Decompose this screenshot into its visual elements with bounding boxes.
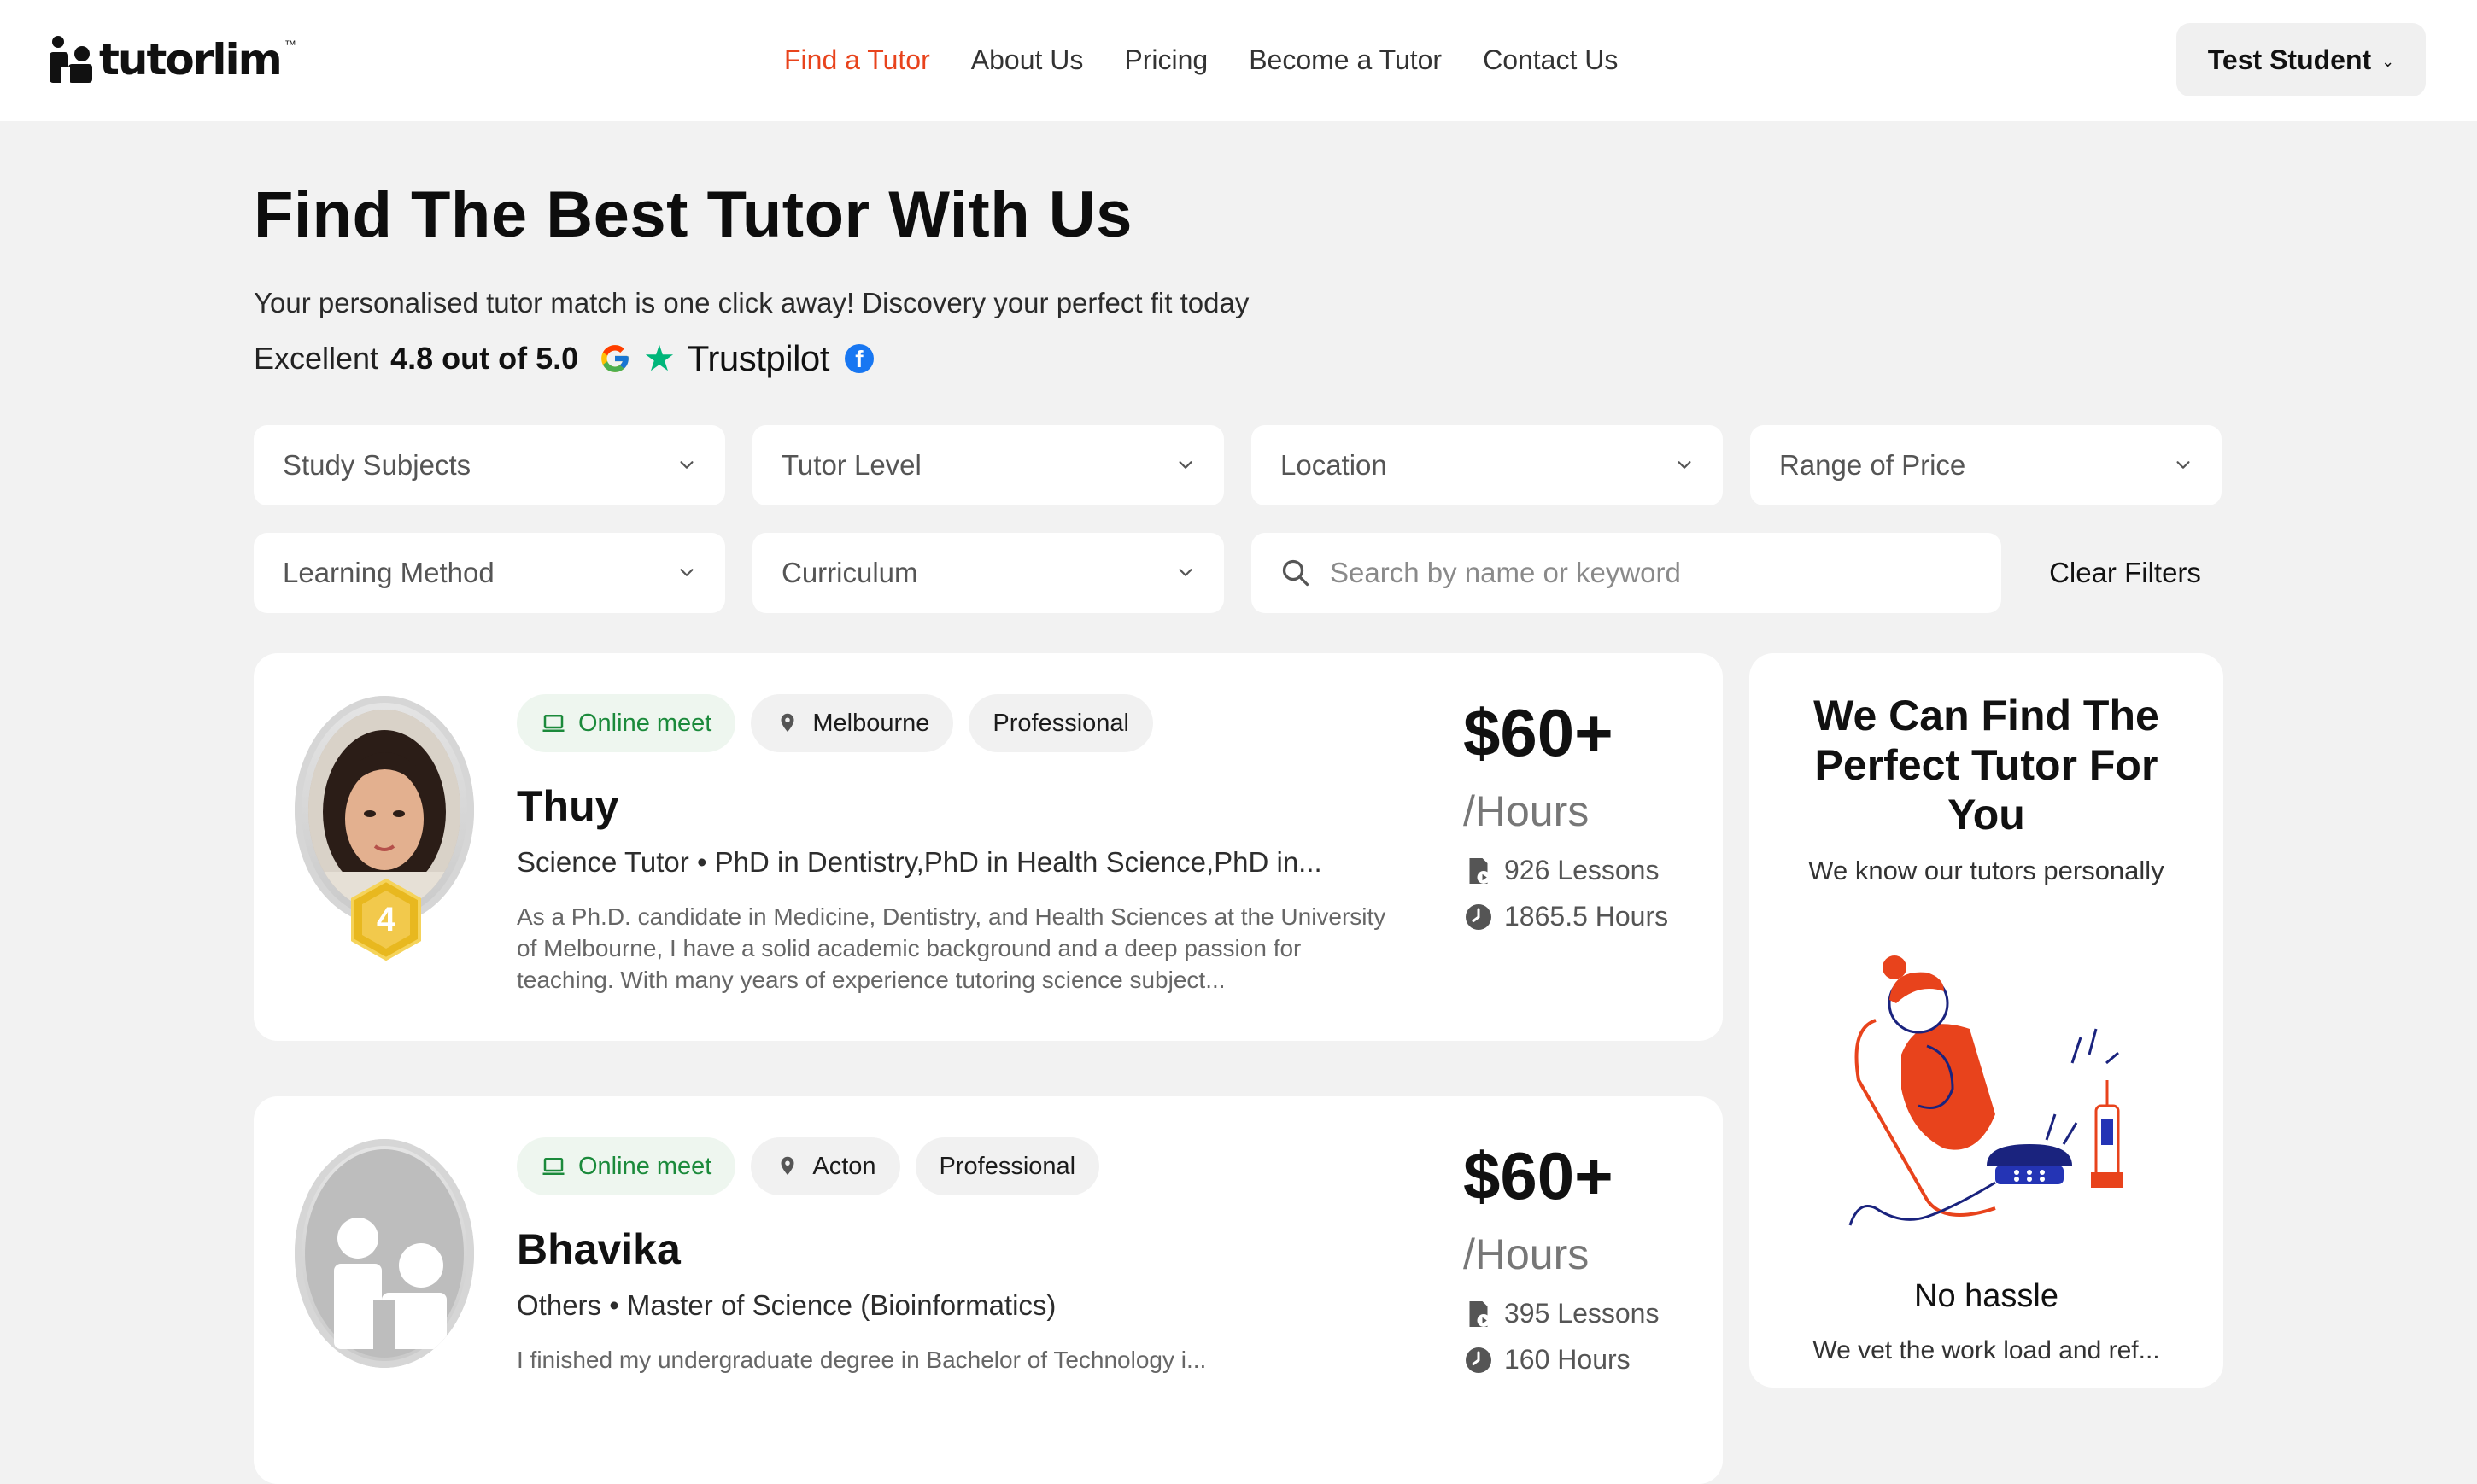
price-unit: /Hours [1463,787,1590,835]
lessons-icon [1469,1300,1490,1327]
promo-subtitle: We know our tutors personally [1808,856,2164,885]
tag-location: Acton [751,1137,900,1195]
trustpilot-label: Trustpilot [687,338,830,378]
page-subtitle: Your personalised tutor match is one cli… [254,287,1250,318]
search-input[interactable] [1328,556,1981,590]
default-avatar-icon [334,1218,447,1349]
hours-stat: 1865.5 Hours [1463,901,1668,932]
top-nav-bar: tutorlim ™ Find a Tutor About Us Pricing… [0,0,2477,121]
tag-professional: Professional [969,694,1153,752]
hours-count: 160 Hours [1504,1344,1631,1375]
filter-curriculum[interactable]: Curriculum [752,533,1224,613]
main-nav: Find a Tutor About Us Pricing Become a T… [784,38,1618,82]
lessons-stat: 926 Lessons [1463,855,1659,886]
level-badge-number: 4 [376,901,396,938]
nav-find-a-tutor[interactable]: Find a Tutor [784,44,930,76]
filter-tutor-level[interactable]: Tutor Level [752,425,1224,505]
tutorlim-logo[interactable]: tutorlim ™ [48,32,296,87]
nav-become-a-tutor[interactable]: Become a Tutor [1249,44,1442,76]
page-title: Find The Best Tutor With Us [254,178,1133,251]
tag-location: Melbourne [751,694,954,752]
location-pin-icon [781,713,794,732]
location-pin-icon [781,1156,794,1175]
filter-label: Range of Price [1779,449,1966,481]
filter-study-subjects[interactable]: Study Subjects [254,425,725,505]
nav-contact-us[interactable]: Contact Us [1483,44,1618,76]
chevron-down-icon [680,461,694,469]
filter-range-of-price[interactable]: Range of Price [1750,425,2222,505]
logo-trademark: ™ [284,38,296,51]
logo-text: tutorlim [99,35,283,85]
google-icon [601,345,629,372]
tutor-qualification: Others • Master of Science (Bioinformati… [517,1289,1057,1321]
filter-label: Learning Method [283,557,495,588]
hours-count: 1865.5 Hours [1504,901,1669,932]
tag-label: Acton [812,1152,876,1180]
promo-footer-subtitle: We vet the work load and ref... [1812,1336,2160,1364]
hours-stat: 160 Hours [1463,1344,1631,1376]
tutor-tags: Online meet Acton Professional [517,1137,1100,1195]
chevron-down-icon [1179,569,1192,576]
laptop-icon [542,715,565,732]
filter-learning-method[interactable]: Learning Method [254,533,725,613]
laptop-icon [542,1158,565,1175]
tutor-price: $60+ [1463,1138,1613,1213]
chevron-down-icon [2176,461,2190,469]
tutor-bio: As a Ph.D. candidate in Medicine, Dentis… [517,903,1386,993]
lessons-count: 926 Lessons [1504,855,1660,885]
avatar-placeholder [305,1149,464,1358]
tag-professional: Professional [915,1137,1100,1195]
chevron-down-icon [1179,461,1192,469]
chevron-down-icon: ⌄ [2381,52,2395,70]
tutor-tags: Online meet Melbourne Professional [517,694,1153,752]
promo-title: We Can Find The Perfect Tutor For You [1813,692,2159,838]
tutor-card[interactable]: Online meet Acton Professional Bhavika O… [254,1096,1723,1484]
filter-label: Location [1280,449,1387,481]
tag-label: Online meet [578,1152,712,1180]
clock-icon [1466,903,1491,930]
clock-icon [1466,1347,1491,1373]
rating-row: Excellent 4.8 out of 5.0 ★ Trustpilot f [254,333,874,384]
nav-pricing[interactable]: Pricing [1124,44,1208,76]
avatar [295,1139,474,1368]
tag-label: Online meet [578,709,712,737]
tutor-name[interactable]: Thuy [517,781,618,831]
user-menu-button[interactable]: Test Student ⌄ [2176,23,2426,96]
tutor-card[interactable]: 4 Online meet Melbourne Professional Thu… [254,653,1723,1041]
tag-label: Melbourne [812,709,930,737]
search-icon [1282,559,1309,587]
lessons-stat: 395 Lessons [1463,1298,1659,1329]
tutor-match-promo: We Can Find The Perfect Tutor For You We… [1749,653,2223,1388]
user-name: Test Student [2207,44,2372,75]
tutor-bio: I finished my undergraduate degree in Ba… [517,1347,1207,1373]
filter-location[interactable]: Location [1251,425,1723,505]
filter-label: Study Subjects [283,449,471,481]
rating-prefix: Excellent [254,341,379,376]
logo-mark-icon [50,36,92,83]
price-unit: /Hours [1463,1230,1590,1278]
nav-about-us[interactable]: About Us [971,44,1084,76]
rating-value: 4.8 out of 5.0 [390,341,579,376]
chevron-down-icon [1678,461,1691,469]
lessons-count: 395 Lessons [1504,1298,1660,1329]
filter-label: Tutor Level [782,449,922,481]
facebook-icon: f [844,344,874,373]
tutor-qualification: Science Tutor • PhD in Dentistry,PhD in … [517,846,1322,878]
promo-footer-title: No hassle [1914,1278,2058,1314]
tutor-price: $60+ [1463,695,1613,770]
search-field[interactable] [1251,533,2001,613]
tag-online-meet: Online meet [517,694,736,752]
clear-filters-button[interactable]: Clear Filters [2024,533,2226,613]
phone-call-illustration [1848,955,2123,1226]
chevron-down-icon [680,569,694,576]
tutor-name[interactable]: Bhavika [517,1224,681,1274]
lessons-icon [1469,857,1490,884]
filter-label: Curriculum [782,557,918,588]
trustpilot-star-icon: ★ [643,338,676,378]
tag-online-meet: Online meet [517,1137,736,1195]
